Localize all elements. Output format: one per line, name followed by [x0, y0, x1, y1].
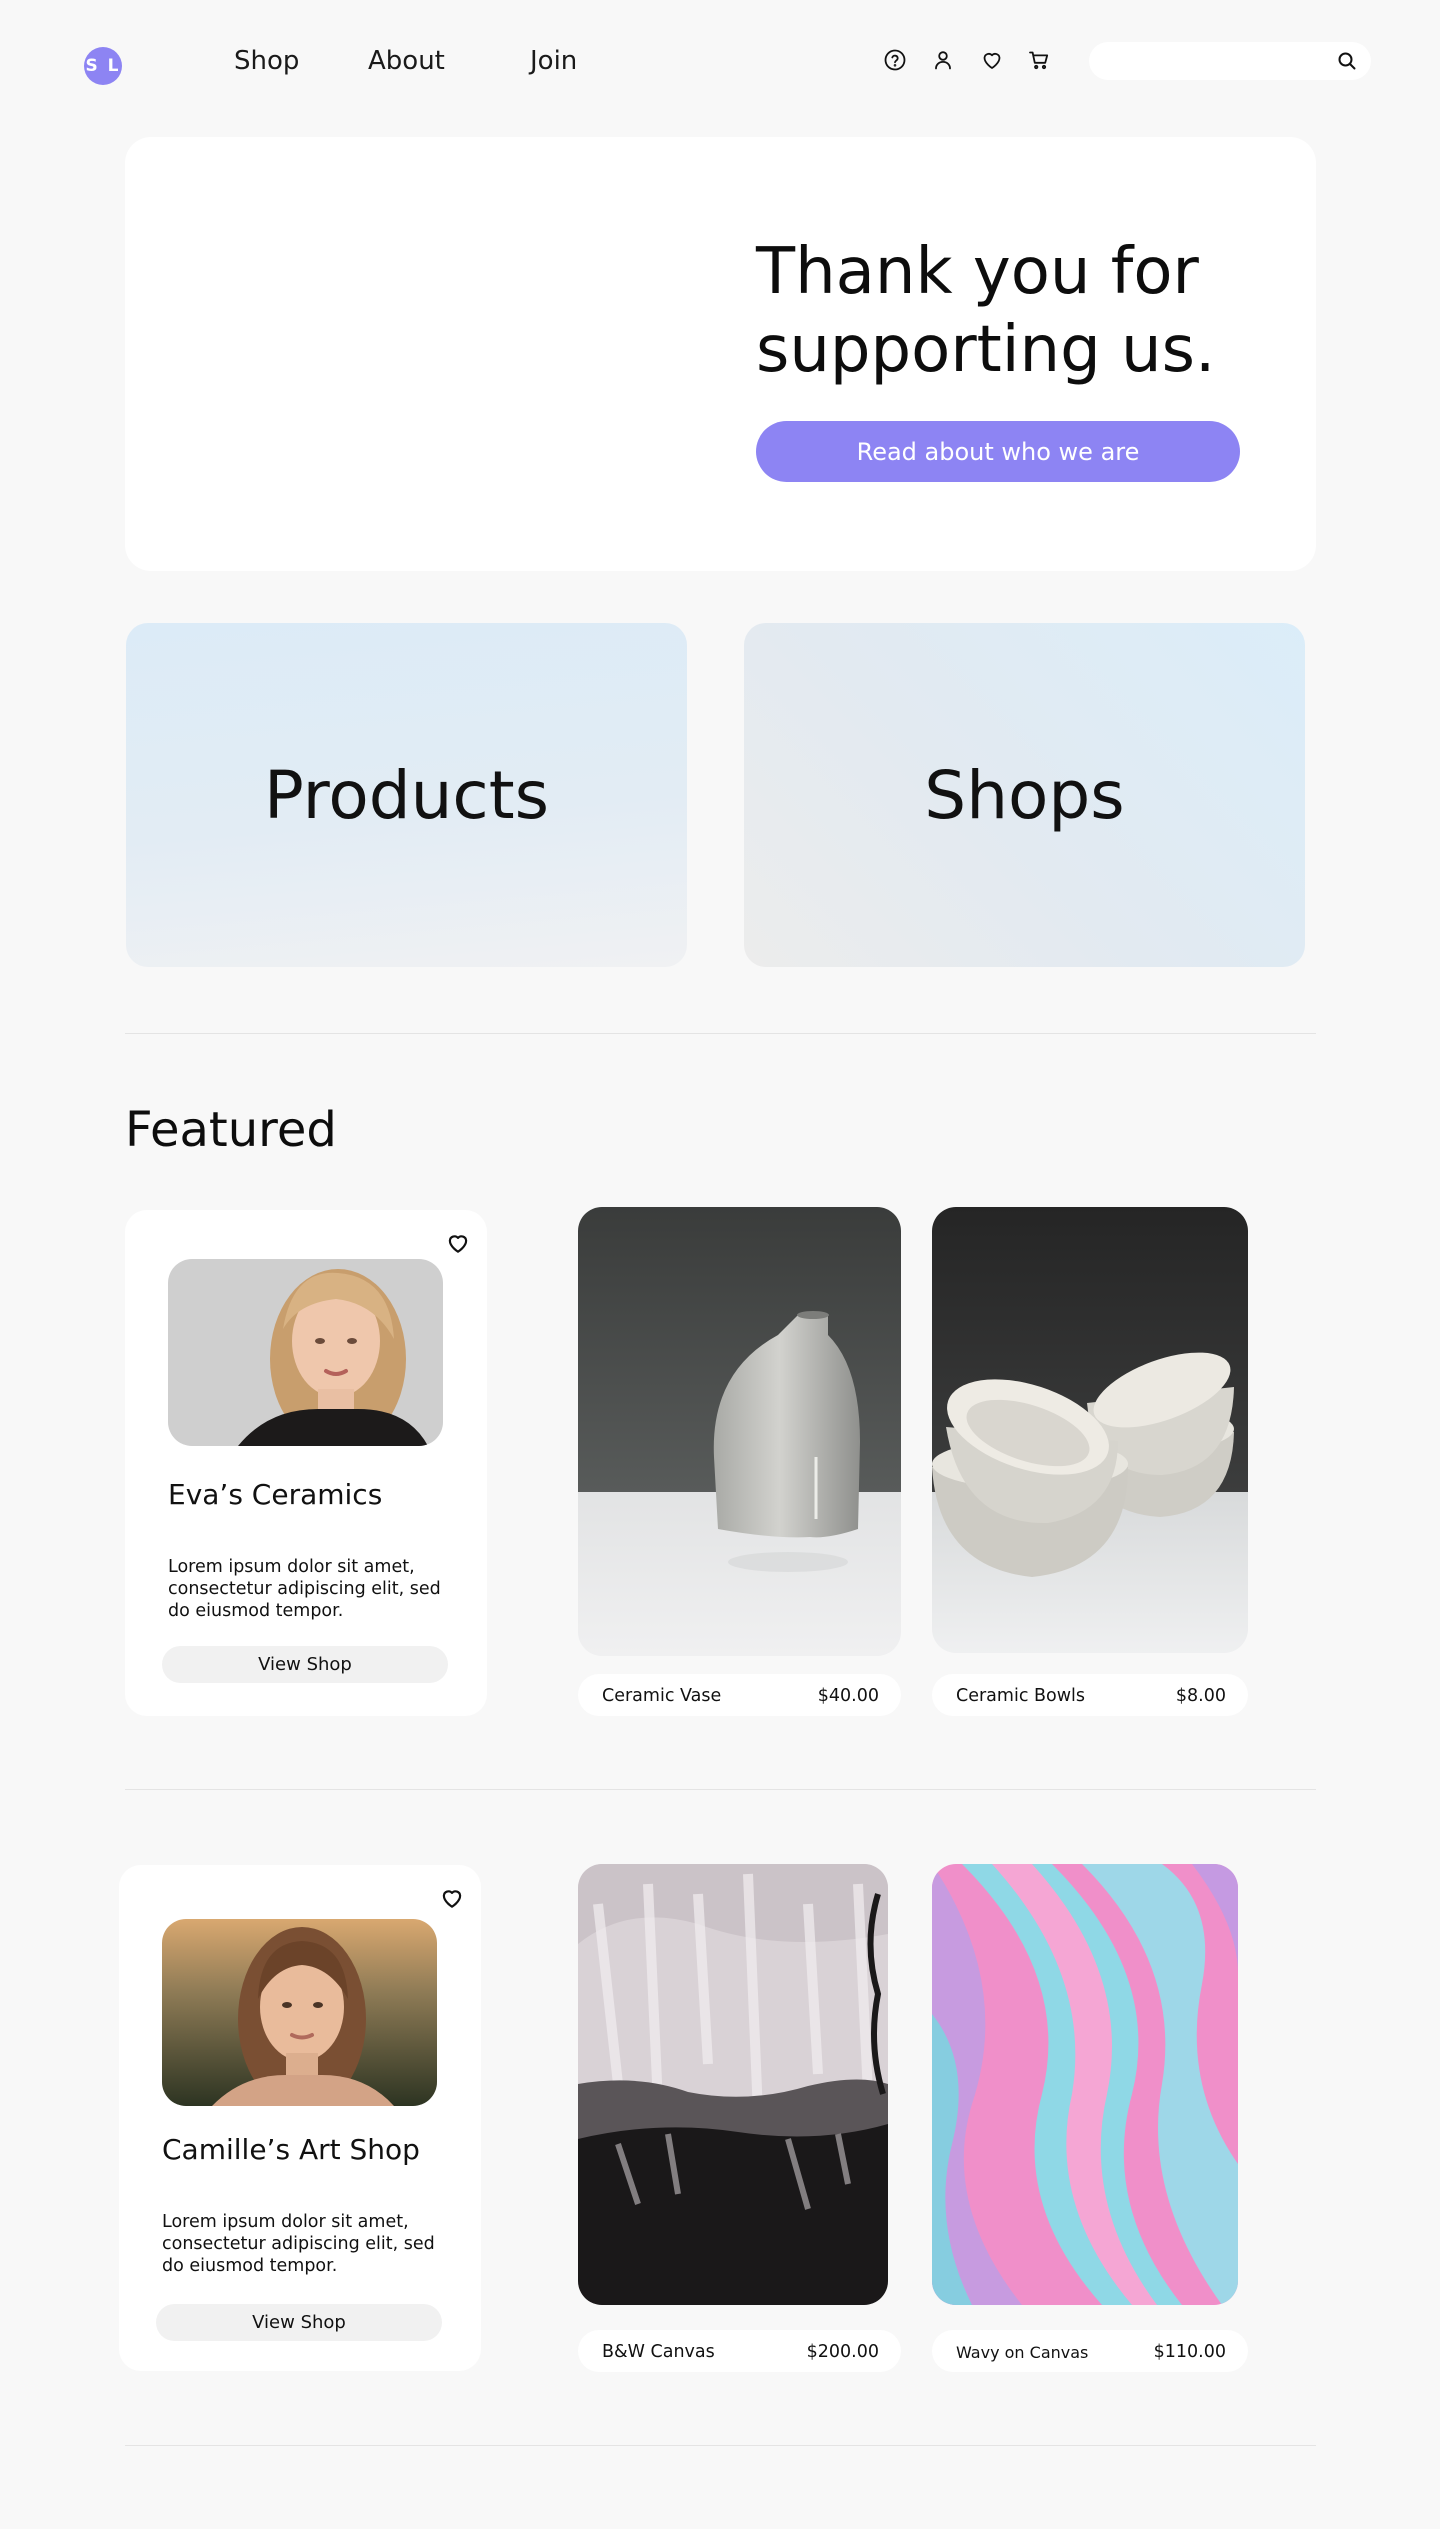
product-price: $110.00	[1153, 2342, 1226, 2362]
product-price: $40.00	[817, 1686, 879, 1706]
search-icon[interactable]	[1337, 51, 1357, 71]
shop-owner-avatar	[168, 1259, 443, 1446]
nav-join[interactable]: Join	[530, 46, 577, 76]
product-name: B&W Canvas	[602, 2342, 715, 2362]
view-shop-button[interactable]: View Shop	[156, 2304, 442, 2341]
product-info-bar: Ceramic Bowls $8.00	[932, 1674, 1248, 1716]
help-icon[interactable]	[881, 46, 909, 74]
hero-headline: Thank you for supporting us.	[756, 235, 1216, 387]
wishlist-heart-icon[interactable]	[978, 46, 1006, 74]
product-name: Ceramic Vase	[602, 1686, 722, 1706]
category-products-tile[interactable]: Products	[126, 623, 687, 967]
category-shops-label: Shops	[924, 756, 1125, 834]
product-name: Ceramic Bowls	[956, 1686, 1086, 1706]
nav-shop[interactable]: Shop	[234, 46, 299, 76]
cart-icon[interactable]	[1025, 46, 1053, 74]
shop-name: Camille’s Art Shop	[162, 2133, 420, 2166]
product-image	[578, 1864, 888, 2305]
category-products-label: Products	[264, 756, 549, 834]
search-input[interactable]	[1105, 46, 1325, 76]
product-card[interactable]: Wavy on Canvas $110.00	[932, 1864, 1248, 2372]
favorite-heart-icon[interactable]	[445, 1230, 471, 1256]
product-card[interactable]: Ceramic Vase $40.00	[578, 1207, 901, 1716]
user-icon[interactable]	[929, 46, 957, 74]
nav-about[interactable]: About	[368, 46, 445, 76]
product-info-bar: Ceramic Vase $40.00	[578, 1674, 901, 1716]
category-shops-tile[interactable]: Shops	[744, 623, 1305, 967]
logo[interactable]: S L	[84, 47, 122, 85]
shop-card: Eva’s Ceramics Lorem ipsum dolor sit ame…	[125, 1210, 487, 1716]
product-price: $8.00	[1175, 1686, 1226, 1706]
product-price: $200.00	[806, 2342, 879, 2362]
view-shop-button[interactable]: View Shop	[162, 1646, 448, 1683]
featured-title: Featured	[125, 1102, 337, 1158]
about-us-button[interactable]: Read about who we are	[756, 421, 1240, 482]
product-image	[578, 1207, 901, 1656]
section-divider	[125, 1789, 1316, 1790]
product-info-bar: Wavy on Canvas $110.00	[932, 2330, 1248, 2372]
product-info-bar: B&W Canvas $200.00	[578, 2330, 901, 2372]
product-image	[932, 1207, 1248, 1653]
shop-description: Lorem ipsum dolor sit amet, consectetur …	[168, 1557, 441, 1621]
shop-card: Camille’s Art Shop Lorem ipsum dolor sit…	[119, 1865, 481, 2371]
section-divider	[125, 1033, 1316, 1034]
shop-description: Lorem ipsum dolor sit amet, consectetur …	[162, 2212, 435, 2276]
product-card[interactable]: B&W Canvas $200.00	[578, 1864, 901, 2372]
section-divider	[125, 2445, 1316, 2446]
shop-owner-avatar	[162, 1919, 437, 2106]
favorite-heart-icon[interactable]	[439, 1885, 465, 1911]
product-name: Wavy on Canvas	[956, 2343, 1089, 2362]
search-bar	[1089, 42, 1371, 80]
product-image	[932, 1864, 1238, 2305]
shop-name: Eva’s Ceramics	[168, 1478, 383, 1511]
product-card[interactable]: Ceramic Bowls $8.00	[932, 1207, 1248, 1716]
hero-banner: Thank you for supporting us. Read about …	[125, 137, 1316, 571]
